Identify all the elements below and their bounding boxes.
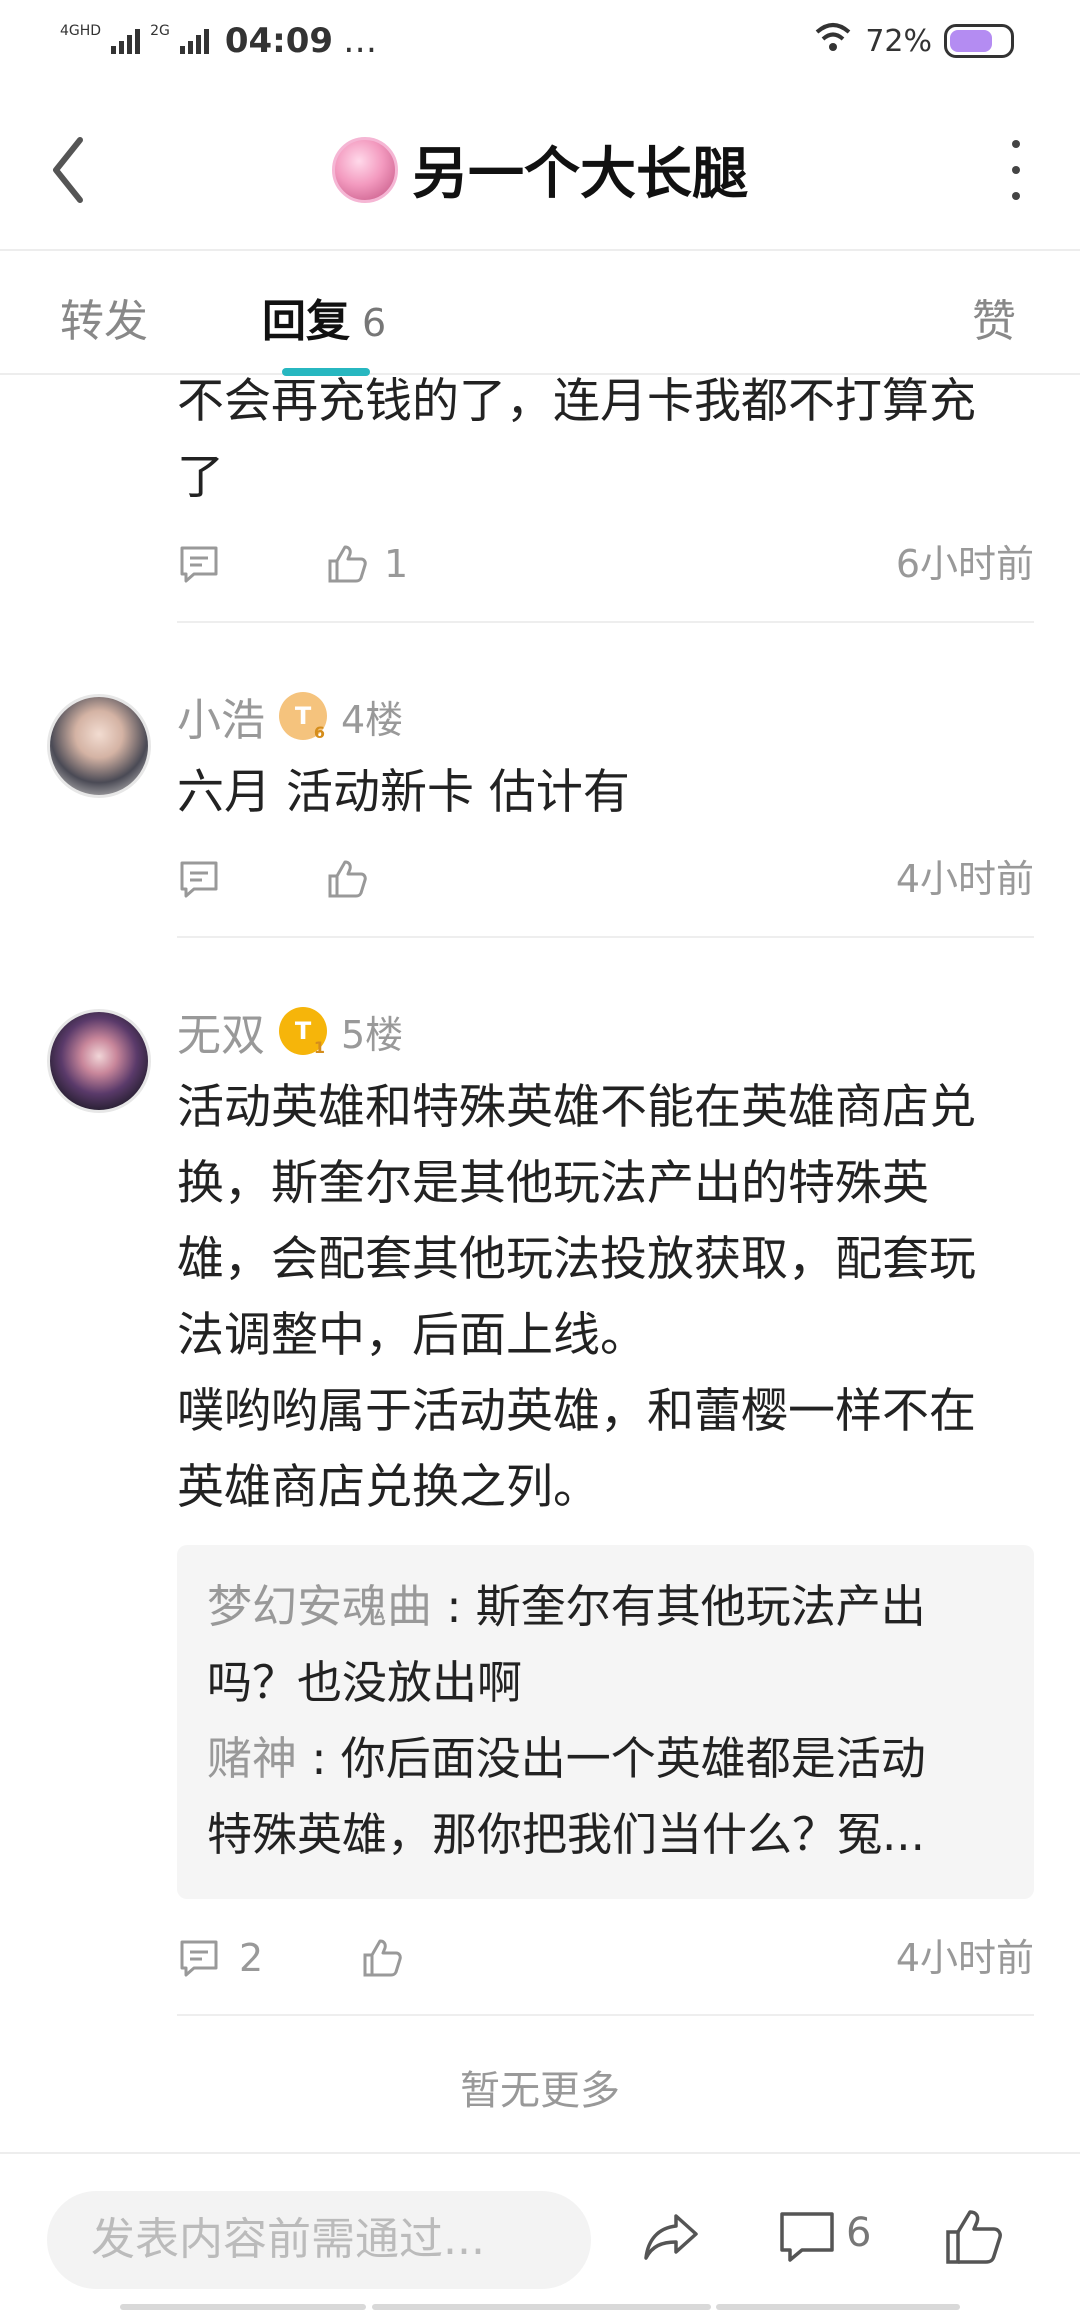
reply-3-floor: 5楼	[341, 1012, 404, 1057]
reply-1-like-count: 1	[384, 542, 409, 586]
reply-3-comment-count: 2	[239, 1936, 264, 1980]
tab-reply-label: 回复	[262, 296, 350, 347]
reply-3-time: 4小时前	[895, 1936, 1034, 1980]
level-badge-icon: T 6	[279, 692, 327, 742]
sub-reply-1-name[interactable]: 梦幻安魂曲	[207, 1580, 432, 1633]
reply-3-line-3: 雄，会配套其他玩法投放获取，配套玩	[177, 1232, 976, 1287]
sub-reply-2-name[interactable]: 赌神	[207, 1732, 297, 1785]
reply-2-text: 六月 活动新卡 估计有	[177, 755, 1034, 831]
reply-3-text: 活动英雄和特殊英雄不能在英雄商店兑 换，斯奎尔是其他玩法产出的特殊英 雄，会配套…	[177, 1070, 1034, 1526]
reply-1-time: 6小时前	[895, 542, 1034, 586]
reply-2-badge-level: 6	[313, 723, 325, 742]
bottom-bar: 发表内容前需通过... 6	[0, 2152, 1080, 2316]
thumbs-up-icon[interactable]	[357, 1928, 407, 1988]
status-bar: 4GHD 2G 04:09 … 72%	[0, 0, 1080, 88]
status-time: 04:09	[224, 21, 334, 61]
comment-icon[interactable]	[174, 534, 224, 594]
reply-3-line-6: 英雄商店兑换之列。	[177, 1460, 600, 1515]
reply-2-header: 小浩 T 6 4楼	[177, 686, 403, 746]
sub-reply-2-line-2: 特殊英雄，那你把我们当什么？冤...	[207, 1808, 925, 1861]
reply-2-floor: 4楼	[341, 697, 404, 742]
title-wrap: 另一个大长腿	[0, 88, 1080, 251]
comment-icon[interactable]	[776, 2206, 838, 2268]
thumbs-up-icon[interactable]	[942, 2206, 1004, 2268]
sub-reply-1-sep: :	[432, 1580, 476, 1633]
reply-input[interactable]: 发表内容前需通过...	[47, 2191, 591, 2289]
sub-reply-1-text-1: 斯奎尔有其他玩法产出	[475, 1580, 926, 1633]
tabs: 转发 回复 6 赞	[0, 251, 1080, 376]
status-right: 72%	[813, 20, 1014, 62]
sub-reply-2-sep: :	[297, 1732, 341, 1785]
reply-3-actions: 2 4小时前	[177, 1928, 1034, 1988]
signal-bars-2-icon	[179, 28, 209, 54]
scroll-hint-bar	[716, 2304, 960, 2310]
title-avatar[interactable]	[332, 136, 398, 203]
tab-reply[interactable]: 回复 6	[262, 285, 386, 349]
tab-forward[interactable]: 转发	[60, 285, 148, 349]
reply-1-line-2: 了	[177, 450, 224, 505]
battery-icon	[944, 24, 1014, 58]
level-badge-icon: T 1	[279, 1007, 327, 1057]
divider	[177, 621, 1034, 623]
tab-like[interactable]: 赞	[972, 285, 1016, 349]
no-more-label: 暂无更多	[460, 2068, 620, 2114]
battery-percent: 72%	[865, 23, 932, 59]
avatar[interactable]	[47, 694, 151, 798]
sub-reply-2-line-1: 赌神 : 你后面没出一个英雄都是活动	[207, 1721, 1004, 1797]
signal-tag-1: 4GHD	[60, 23, 102, 39]
reply-3-line-1: 活动英雄和特殊英雄不能在英雄商店兑	[177, 1080, 976, 1135]
sub-reply-1-line-2: 吗？也没放出啊	[207, 1656, 523, 1709]
sub-reply-1-line-1: 梦幻安魂曲 : 斯奎尔有其他玩法产出	[207, 1569, 1004, 1645]
reply-1-text: 不会再充钱的了，连月卡我都不打算充 了	[177, 364, 1034, 516]
reply-1-actions: 1 6小时前	[177, 534, 1034, 594]
page-title: 另一个大长腿	[412, 142, 748, 207]
avatar[interactable]	[47, 1009, 151, 1113]
reply-3-header: 无双 T 1 5楼	[177, 1001, 403, 1061]
divider	[177, 2014, 1034, 2016]
sub-reply-2-text-1: 你后面没出一个英雄都是活动	[340, 1732, 926, 1785]
reply-2-actions: 4小时前	[177, 849, 1034, 909]
bottom-comment-count: 6	[846, 2210, 872, 2256]
scroll-hint-bar	[372, 2304, 711, 2310]
status-more: …	[343, 21, 380, 61]
reply-3-badge-level: 1	[313, 1038, 325, 1057]
reply-2-line-1: 六月 活动新卡 估计有	[177, 765, 630, 820]
signal-tag-2: 2G	[150, 23, 170, 39]
reply-2-badge: T	[294, 702, 312, 730]
reply-3-line-5: 噗哟哟属于活动英雄，和蕾樱一样不在	[177, 1384, 976, 1439]
tab-reply-count: 6	[362, 301, 387, 345]
sub-reply-box[interactable]: 梦幻安魂曲 : 斯奎尔有其他玩法产出 吗？也没放出啊 赌神 : 你后面没出一个英…	[177, 1545, 1034, 1899]
thumbs-up-icon[interactable]	[322, 849, 372, 909]
thumbs-up-icon[interactable]	[322, 534, 372, 594]
share-icon[interactable]	[640, 2206, 702, 2268]
reply-1-line-1: 不会再充钱的了，连月卡我都不打算充	[177, 374, 976, 429]
reply-3-line-4: 法调整中，后面上线。	[177, 1308, 647, 1363]
divider	[177, 936, 1034, 938]
scroll-hint-bar	[120, 2304, 366, 2310]
reply-3-badge: T	[294, 1017, 312, 1045]
reply-2-name[interactable]: 小浩	[177, 684, 265, 748]
signal-bars-1-icon	[111, 28, 141, 54]
title-bar: 另一个大长腿	[0, 88, 1080, 251]
more-vertical-icon[interactable]	[1006, 140, 1026, 200]
status-left: 4GHD 2G 04:09 …	[60, 20, 379, 62]
reply-2-time: 4小时前	[895, 857, 1034, 901]
comment-icon[interactable]	[174, 1928, 224, 1988]
reply-3-line-2: 换，斯奎尔是其他玩法产出的特殊英	[177, 1156, 929, 1211]
wifi-icon	[813, 20, 853, 62]
comment-icon[interactable]	[174, 849, 224, 909]
reply-3-name[interactable]: 无双	[177, 999, 265, 1063]
